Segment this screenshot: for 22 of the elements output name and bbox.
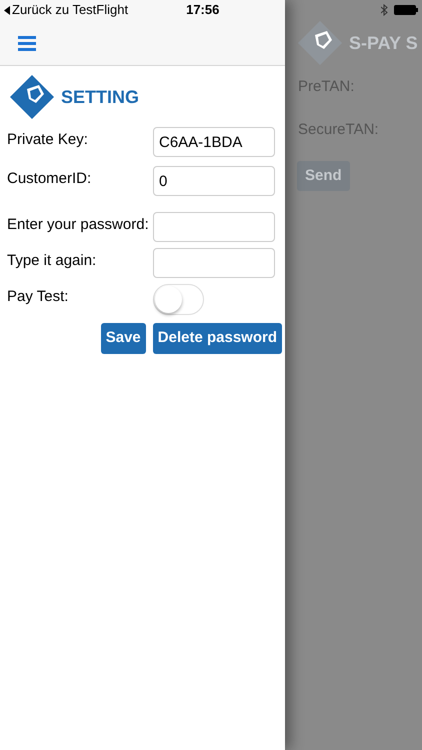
field-label: Private Key: <box>6 130 89 150</box>
app-title: S-PAY S <box>349 32 418 54</box>
field-label: Pay Test: <box>6 287 70 307</box>
save-button[interactable]: Save <box>100 323 146 354</box>
delete-password-button[interactable]: Delete password <box>152 323 282 354</box>
field-label: CustomerID: <box>6 169 92 189</box>
logo-icon <box>9 74 55 120</box>
bluetooth-icon <box>381 4 388 16</box>
menu-icon[interactable] <box>18 34 36 50</box>
setting-title: SETTING <box>61 86 140 108</box>
toggle-switch[interactable] <box>153 284 204 315</box>
text-field[interactable] <box>153 248 275 278</box>
back-link[interactable]: Zurück zu TestFlight <box>4 0 128 20</box>
field-label: Enter your password: <box>6 215 150 235</box>
back-arrow-icon <box>4 6 10 14</box>
dimmed-logo-icon <box>297 20 343 66</box>
text-field[interactable]: 0 <box>153 166 275 196</box>
battery-icon <box>394 5 418 15</box>
status-time: 17:56 <box>186 1 220 20</box>
text-field[interactable]: C6AA-1BDA <box>153 127 275 157</box>
text-field[interactable] <box>153 212 275 242</box>
field-label: Type it again: <box>6 251 98 271</box>
